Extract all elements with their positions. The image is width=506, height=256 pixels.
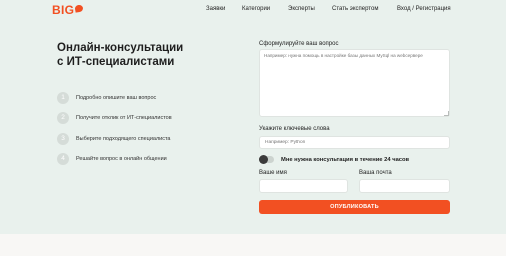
email-label: Ваша почта — [359, 170, 392, 176]
step-number: 3 — [57, 132, 69, 145]
step-item: 4 Решайте вопрос в онлайн общении — [57, 152, 257, 165]
urgent-toggle-label[interactable]: Мне нужна консультация в течение 24 часо… — [281, 157, 409, 163]
keywords-label: Укажите ключевые слова — [259, 126, 330, 132]
step-text: Подробно опишите ваш вопрос — [76, 94, 157, 101]
step-text: Выберите подходящего специалиста — [76, 135, 171, 142]
step-item: 3 Выберите подходящего специалиста — [57, 132, 257, 145]
logo[interactable]: BIG — [52, 3, 84, 17]
resize-handle-icon[interactable] — [444, 111, 449, 116]
step-number: 1 — [57, 91, 69, 104]
page-title: Онлайн-консультации с ИТ-специалистами — [57, 41, 247, 69]
step-item: 2 Получите отклик от ИТ-специалистов — [57, 111, 257, 124]
urgent-toggle-row: Мне нужна консультация в течение 24 часо… — [259, 155, 450, 164]
toggle-knob — [259, 155, 268, 164]
email-input[interactable] — [359, 179, 450, 193]
step-item: 1 Подробно опишите ваш вопрос — [57, 91, 257, 104]
logo-text: BIG — [52, 3, 75, 17]
step-text: Получите отклик от ИТ-специалистов — [76, 114, 172, 121]
urgent-toggle[interactable] — [259, 155, 274, 164]
name-label: Ваше имя — [259, 170, 287, 176]
step-number: 4 — [57, 152, 69, 165]
name-input[interactable] — [259, 179, 348, 193]
step-text: Решайте вопрос в онлайн общении — [76, 155, 167, 162]
bottom-section — [0, 234, 506, 256]
question-form: Сформулируйте ваш вопрос Укажите ключевы… — [259, 0, 451, 256]
title-line-1: Онлайн-консультации — [57, 42, 184, 54]
question-label: Сформулируйте ваш вопрос — [259, 41, 339, 47]
speech-bubble-icon — [74, 4, 84, 13]
question-textarea[interactable] — [259, 49, 450, 117]
nav-requests[interactable]: Заявки — [206, 6, 225, 16]
step-number: 2 — [57, 111, 69, 124]
title-line-2: с ИТ-специалистами — [57, 56, 175, 68]
publish-button[interactable]: ОПУБЛИКОВАТЬ — [259, 200, 450, 214]
keywords-input[interactable] — [259, 136, 450, 149]
